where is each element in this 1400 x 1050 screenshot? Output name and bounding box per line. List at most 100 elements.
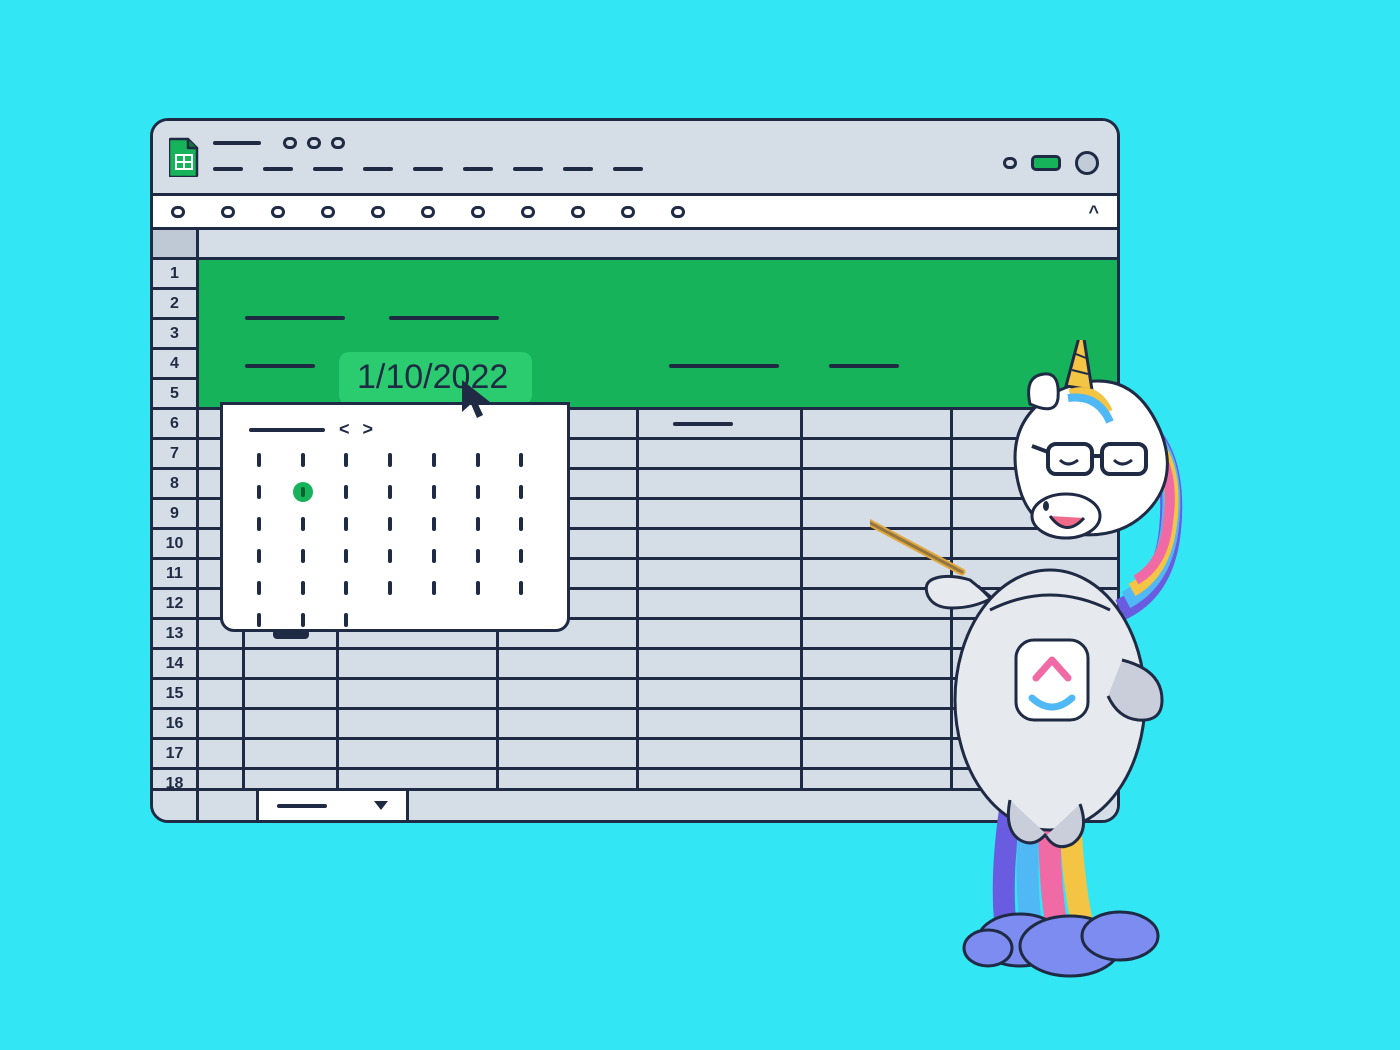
- date-picker-day[interactable]: [293, 514, 313, 534]
- toolbar-button[interactable]: [421, 206, 435, 218]
- row-header[interactable]: 8: [153, 470, 199, 500]
- date-picker-day[interactable]: [380, 514, 400, 534]
- date-picker-day[interactable]: [468, 610, 488, 630]
- menu-item[interactable]: [213, 167, 243, 171]
- row-header[interactable]: 4: [153, 350, 199, 380]
- date-picker-day[interactable]: [380, 610, 400, 630]
- date-picker-day[interactable]: [424, 450, 444, 470]
- date-picker-day[interactable]: [380, 482, 400, 502]
- date-picker-day[interactable]: [249, 514, 269, 534]
- row-header[interactable]: 3: [153, 320, 199, 350]
- toolbar-button[interactable]: [371, 206, 385, 218]
- sheet-tab-dropdown-icon[interactable]: [374, 801, 388, 810]
- toolbar-button[interactable]: [321, 206, 335, 218]
- date-picker-day[interactable]: [336, 546, 356, 566]
- tabs-leading: [153, 791, 199, 820]
- avatar[interactable]: [1075, 151, 1099, 175]
- row-header[interactable]: 14: [153, 650, 199, 680]
- menu-item[interactable]: [463, 167, 493, 171]
- date-picker-day[interactable]: [424, 514, 444, 534]
- date-picker-day[interactable]: [336, 514, 356, 534]
- row-header[interactable]: 10: [153, 530, 199, 560]
- date-picker-day[interactable]: [380, 578, 400, 598]
- menu-item[interactable]: [263, 167, 293, 171]
- row-header[interactable]: 12: [153, 590, 199, 620]
- date-picker-day[interactable]: [336, 450, 356, 470]
- row-header[interactable]: 6: [153, 410, 199, 440]
- date-picker-day[interactable]: [380, 450, 400, 470]
- date-picker-day[interactable]: [468, 450, 488, 470]
- row-headers: 1 2 3 4 5 6 7 8 9 10 11 12 13 14 15 16 1…: [153, 260, 199, 788]
- row-header[interactable]: 11: [153, 560, 199, 590]
- date-picker-month: [249, 428, 325, 432]
- menu-item[interactable]: [513, 167, 543, 171]
- title-action-3[interactable]: [331, 137, 345, 149]
- date-input[interactable]: 1/10/2022: [339, 352, 532, 405]
- date-picker[interactable]: < >: [220, 402, 570, 632]
- date-picker-day[interactable]: [468, 546, 488, 566]
- row-header[interactable]: 2: [153, 290, 199, 320]
- toolbar-button[interactable]: [621, 206, 635, 218]
- date-picker-day[interactable]: [293, 610, 313, 630]
- title-action-2[interactable]: [307, 137, 321, 149]
- date-picker-day[interactable]: [293, 450, 313, 470]
- date-picker-day[interactable]: [293, 546, 313, 566]
- toolbar-button[interactable]: [271, 206, 285, 218]
- menu-item[interactable]: [563, 167, 593, 171]
- date-picker-day[interactable]: [511, 514, 531, 534]
- chevron-right-icon[interactable]: >: [363, 419, 378, 439]
- date-picker-day[interactable]: [249, 578, 269, 598]
- date-picker-day[interactable]: [249, 450, 269, 470]
- row-header[interactable]: 17: [153, 740, 199, 770]
- date-picker-day[interactable]: [424, 610, 444, 630]
- date-picker-day[interactable]: [336, 578, 356, 598]
- select-all-corner[interactable]: [153, 230, 199, 260]
- menu-item[interactable]: [363, 167, 393, 171]
- date-picker-day[interactable]: [511, 578, 531, 598]
- date-picker-day[interactable]: [249, 546, 269, 566]
- date-picker-nav[interactable]: < >: [339, 419, 377, 440]
- row-header[interactable]: 16: [153, 710, 199, 740]
- date-picker-day[interactable]: [249, 610, 269, 630]
- date-picker-day[interactable]: [380, 546, 400, 566]
- cursor-icon: [460, 378, 498, 427]
- doc-title-placeholder[interactable]: [213, 141, 261, 145]
- column-headers[interactable]: [199, 230, 1117, 260]
- date-picker-day[interactable]: [424, 578, 444, 598]
- chevron-left-icon[interactable]: <: [339, 419, 354, 439]
- row-header[interactable]: 9: [153, 500, 199, 530]
- row-header[interactable]: 15: [153, 680, 199, 710]
- toolbar-button[interactable]: [171, 206, 185, 218]
- date-picker-day[interactable]: [424, 546, 444, 566]
- date-picker-day[interactable]: [511, 546, 531, 566]
- menu-item[interactable]: [613, 167, 643, 171]
- date-picker-day[interactable]: [293, 482, 313, 502]
- toolbar-button[interactable]: [571, 206, 585, 218]
- date-picker-day[interactable]: [424, 482, 444, 502]
- window-control[interactable]: [1003, 157, 1017, 169]
- sheet-tab-active[interactable]: [259, 791, 409, 820]
- collapse-toolbar-icon[interactable]: ^: [1088, 203, 1099, 221]
- share-button[interactable]: [1031, 155, 1061, 171]
- row-header[interactable]: 1: [153, 260, 199, 290]
- date-picker-day[interactable]: [293, 578, 313, 598]
- row-header[interactable]: 7: [153, 440, 199, 470]
- title-action-1[interactable]: [283, 137, 297, 149]
- date-picker-day[interactable]: [511, 482, 531, 502]
- date-picker-day[interactable]: [511, 450, 531, 470]
- date-picker-day[interactable]: [468, 578, 488, 598]
- row-header[interactable]: 5: [153, 380, 199, 410]
- menu-item[interactable]: [413, 167, 443, 171]
- toolbar-button[interactable]: [671, 206, 685, 218]
- date-picker-day[interactable]: [468, 514, 488, 534]
- toolbar-button[interactable]: [521, 206, 535, 218]
- toolbar-button[interactable]: [221, 206, 235, 218]
- date-picker-day[interactable]: [336, 482, 356, 502]
- date-picker-day[interactable]: [249, 482, 269, 502]
- date-picker-day[interactable]: [468, 482, 488, 502]
- date-picker-day[interactable]: [511, 610, 531, 630]
- toolbar-button[interactable]: [471, 206, 485, 218]
- row-header[interactable]: 13: [153, 620, 199, 650]
- date-picker-day[interactable]: [336, 610, 356, 630]
- menu-item[interactable]: [313, 167, 343, 171]
